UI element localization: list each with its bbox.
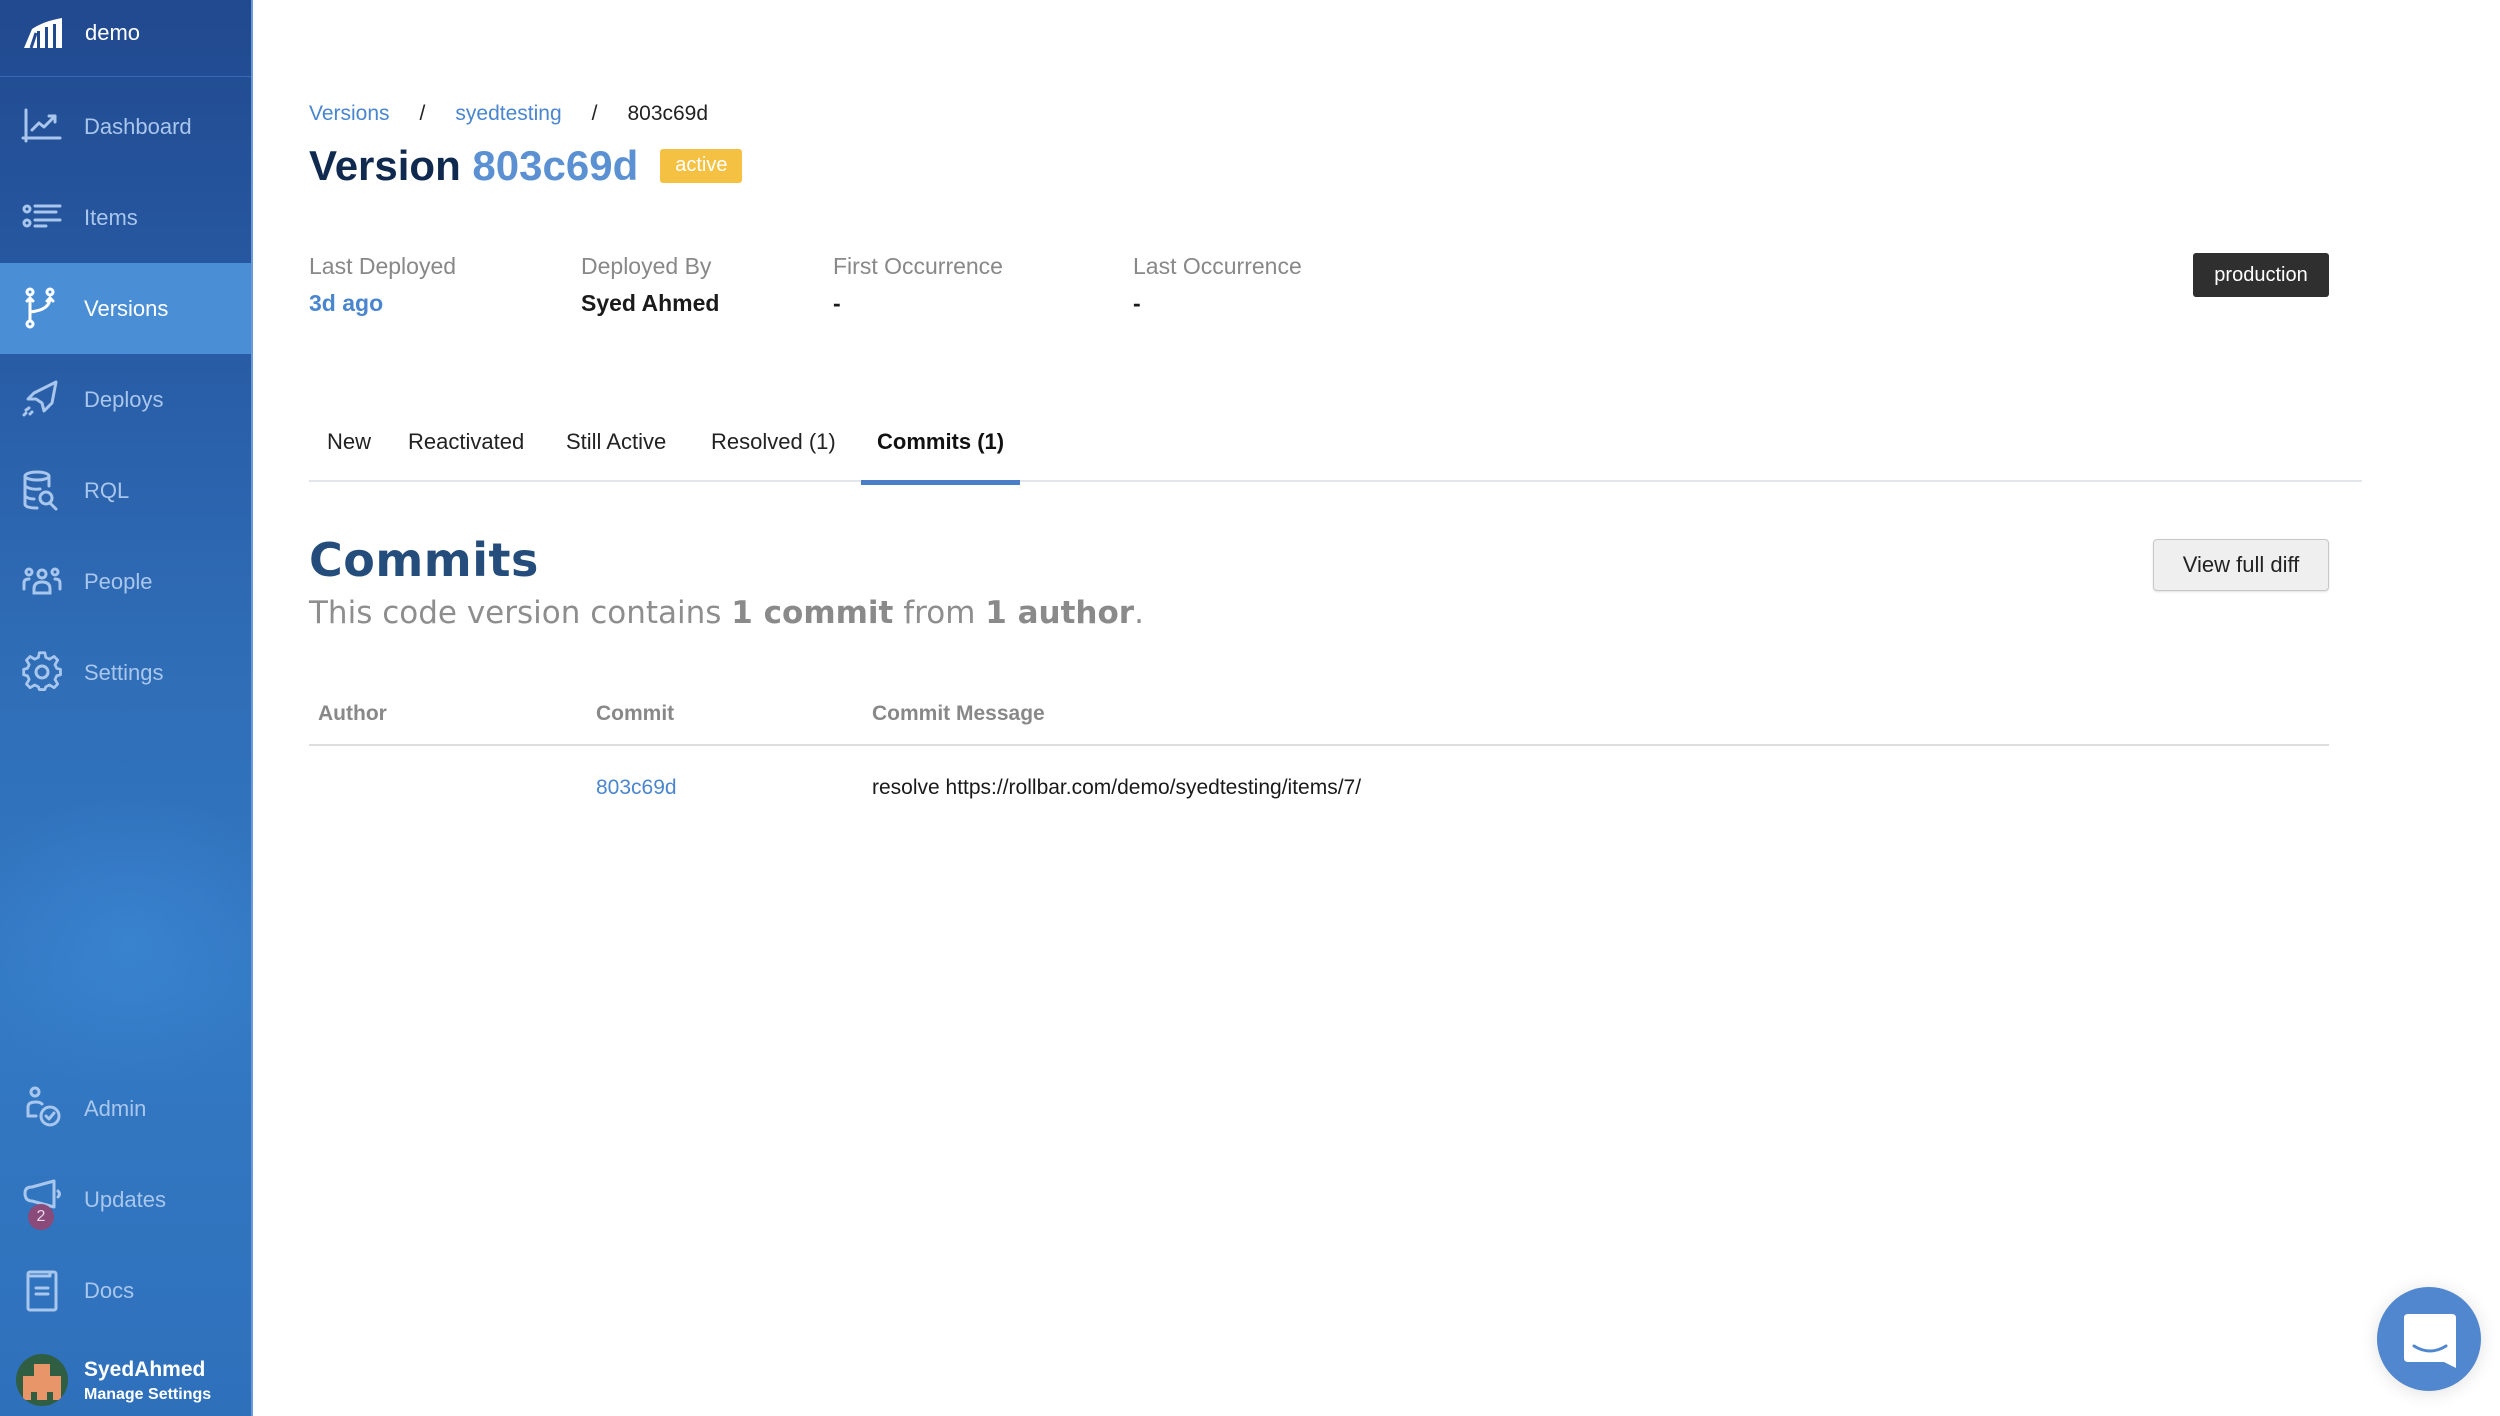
tab-resolved[interactable]: Resolved (1) — [711, 426, 836, 482]
summary-text: This code version contains — [309, 595, 732, 631]
manage-settings-link[interactable]: Manage Settings — [84, 1386, 211, 1404]
sidebar-item-deploys[interactable]: Deploys — [0, 354, 251, 445]
meta-deployed-by: Deployed By Syed Ahmed — [581, 253, 833, 317]
book-icon — [20, 1268, 64, 1312]
version-meta: Last Deployed 3d ago Deployed By Syed Ah… — [309, 253, 1433, 317]
chart-line-icon — [20, 104, 64, 148]
summary-text: from — [893, 595, 986, 631]
tab-bar: New Reactivated Still Active Resolved (1… — [309, 426, 2362, 485]
commits-heading: Commits — [309, 533, 539, 587]
rollbar-logo-icon — [22, 17, 64, 49]
meta-first-occurrence: First Occurrence - — [833, 253, 1133, 317]
tab-reactivated[interactable]: Reactivated — [408, 426, 524, 482]
org-switcher[interactable]: demo — [0, 0, 251, 77]
sidebar-item-label: Updates — [84, 1187, 166, 1212]
sidebar-item-updates[interactable]: 2 Updates — [0, 1154, 251, 1245]
sidebar-item-versions[interactable]: Versions — [0, 263, 251, 354]
user-name: SyedAhmed — [84, 1358, 206, 1381]
meta-label: Deployed By — [581, 253, 712, 279]
org-name: demo — [85, 20, 141, 45]
sidebar-item-settings[interactable]: Settings — [0, 627, 251, 718]
version-hash: 803c69d — [472, 142, 639, 189]
chat-icon — [2404, 1314, 2456, 1368]
rocket-icon — [20, 377, 64, 421]
sidebar-item-people[interactable]: People — [0, 536, 251, 627]
page-title: Version 803c69d — [309, 142, 638, 190]
admin-user-check-icon — [20, 1086, 64, 1130]
user-menu[interactable]: SyedAhmed Manage Settings — [0, 1352, 251, 1416]
sidebar-item-label: Docs — [84, 1278, 135, 1303]
people-icon — [20, 559, 64, 603]
meta-last-deployed: Last Deployed 3d ago — [309, 253, 581, 317]
commits-table: Author Commit Commit Message 803c69d res… — [309, 700, 2329, 828]
chat-launcher-button[interactable] — [2377, 1287, 2481, 1391]
sidebar-item-label: Dashboard — [84, 114, 192, 139]
table-row: 803c69d resolve https://rollbar.com/demo… — [309, 746, 2329, 828]
tab-commits[interactable]: Commits (1) — [860, 426, 1021, 485]
breadcrumb: Versions / syedtesting / 803c69d — [309, 102, 708, 126]
breadcrumb-project-link[interactable]: syedtesting — [455, 102, 561, 126]
avatar — [16, 1354, 68, 1406]
gear-icon — [20, 650, 64, 694]
summary-text: . — [1134, 595, 1144, 631]
sidebar-item-admin[interactable]: Admin — [0, 1063, 251, 1154]
view-full-diff-button[interactable]: View full diff — [2153, 539, 2329, 591]
sidebar-item-dashboard[interactable]: Dashboard — [0, 81, 251, 172]
sidebar-item-label: Versions — [84, 296, 169, 321]
sidebar-item-items[interactable]: Items — [0, 172, 251, 263]
environment-badge: production — [2193, 253, 2329, 297]
tab-new[interactable]: New — [327, 426, 371, 482]
sidebar-item-docs[interactable]: Docs — [0, 1245, 251, 1336]
sidebar-item-label: People — [84, 569, 153, 594]
breadcrumb-separator: / — [419, 102, 426, 125]
commit-hash-link[interactable]: 803c69d — [596, 776, 677, 800]
column-header-author: Author — [318, 702, 387, 725]
meta-value: - — [1133, 290, 1141, 316]
column-header-message: Commit Message — [872, 702, 1045, 725]
breadcrumb-current: 803c69d — [627, 102, 709, 125]
tab-still-active[interactable]: Still Active — [566, 426, 666, 482]
meta-last-occurrence: Last Occurrence - — [1133, 253, 1433, 317]
list-icon — [20, 195, 64, 239]
breadcrumb-versions-link[interactable]: Versions — [309, 102, 390, 126]
meta-value: Syed Ahmed — [581, 290, 720, 316]
sidebar-item-rql[interactable]: RQL — [0, 445, 251, 536]
git-branch-icon — [20, 286, 64, 330]
author-count: 1 author — [985, 595, 1135, 631]
sidebar-item-label: Admin — [84, 1096, 147, 1121]
meta-label: Last Occurrence — [1133, 253, 1302, 279]
main-content: Versions / syedtesting / 803c69d Version… — [253, 0, 2500, 1416]
sidebar-item-label: Items — [84, 205, 138, 230]
meta-value-link[interactable]: 3d ago — [309, 290, 581, 317]
table-header: Author Commit Commit Message — [309, 700, 2329, 746]
page-title-row: Version 803c69d active — [309, 142, 743, 190]
commit-message: resolve https://rollbar.com/demo/syedtes… — [872, 776, 1362, 799]
breadcrumb-separator: / — [591, 102, 598, 125]
commit-count: 1 commit — [731, 595, 894, 631]
meta-value: - — [833, 290, 841, 316]
commits-summary: This code version contains 1 commit from… — [309, 595, 1144, 631]
updates-count-badge: 2 — [28, 1204, 54, 1230]
sidebar-item-label: Deploys — [84, 387, 164, 412]
database-search-icon — [20, 468, 64, 512]
meta-label: First Occurrence — [833, 253, 1003, 279]
sidebar-item-label: RQL — [84, 478, 130, 503]
status-badge: active — [660, 149, 743, 183]
sidebar-item-label: Settings — [84, 660, 164, 685]
meta-label: Last Deployed — [309, 253, 457, 279]
sidebar: demo Dashboard Items Versions Deploys RQ… — [0, 0, 253, 1416]
column-header-commit: Commit — [596, 702, 675, 725]
page-title-prefix: Version — [309, 142, 461, 189]
